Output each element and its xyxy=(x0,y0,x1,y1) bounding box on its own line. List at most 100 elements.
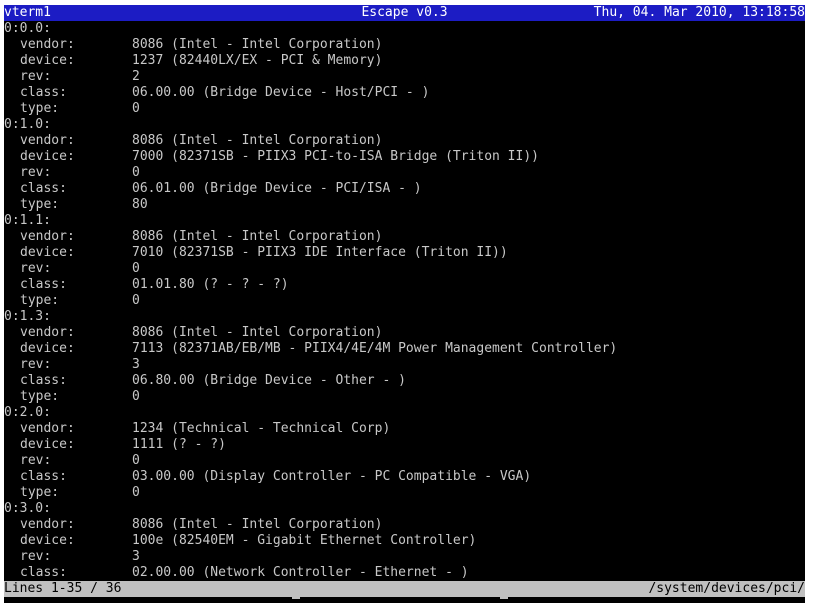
property-value: 7010 (82371SB - PIIX3 IDE Interface (Tri… xyxy=(132,245,508,260)
property-line: class: 06.00.00 (Bridge Device - Host/PCI… xyxy=(4,85,805,101)
property-line: class: 02.00.00 (Network Controller - Eth… xyxy=(4,565,805,581)
date-time: Thu, 04. Mar 2010, 13:18:58 xyxy=(593,5,805,20)
property-value: 0 xyxy=(132,389,140,404)
device-address: 0:3.0: xyxy=(4,501,51,516)
property-line: class: 03.00.00 (Display Controller - PC … xyxy=(4,469,805,485)
property-value: 80 xyxy=(132,197,148,212)
property-line: vendor: 1234 (Technical - Technical Corp) xyxy=(4,421,805,437)
property-line: rev: 0 xyxy=(4,453,805,469)
property-value: 1237 (82440LX/EX - PCI & Memory) xyxy=(132,53,383,68)
property-line: device: 100e (82540EM - Gigabit Ethernet … xyxy=(4,533,805,549)
scroll-tick xyxy=(292,597,300,599)
property-key: rev: xyxy=(20,261,52,276)
property-line: type: 0 xyxy=(4,293,805,309)
property-value: 8086 (Intel - Intel Corporation) xyxy=(132,517,383,532)
property-value: 06.80.00 (Bridge Device - Other - ) xyxy=(132,373,406,388)
property-key: type: xyxy=(20,101,60,116)
property-key: class: xyxy=(20,277,67,292)
property-line: type: 0 xyxy=(4,101,805,117)
property-key: vendor: xyxy=(20,517,75,532)
property-value: 2 xyxy=(132,69,140,84)
property-key: rev: xyxy=(20,549,52,564)
property-line: vendor: 8086 (Intel - Intel Corporation) xyxy=(4,37,805,53)
property-value: 8086 (Intel - Intel Corporation) xyxy=(132,325,383,340)
property-value: 0 xyxy=(132,101,140,116)
property-value: 3 xyxy=(132,357,140,372)
property-key: vendor: xyxy=(20,229,75,244)
property-value: 100e (82540EM - Gigabit Ethernet Control… xyxy=(132,533,477,548)
terminal-output[interactable]: 0:0.0: vendor: 8086 (Intel - Intel Corpora… xyxy=(4,21,805,581)
property-line: class: 01.01.80 (? - ? - ?) xyxy=(4,277,805,293)
property-value: 01.01.80 (? - ? - ?) xyxy=(132,277,289,292)
property-key: vendor: xyxy=(20,325,75,340)
property-line: type: 0 xyxy=(4,389,805,405)
line-count: Lines 1-35 / 36 xyxy=(4,581,122,596)
property-value: 03.00.00 (Display Controller - PC Compat… xyxy=(132,469,532,484)
property-value: 8086 (Intel - Intel Corporation) xyxy=(132,229,383,244)
property-key: class: xyxy=(20,373,67,388)
property-value: 0 xyxy=(132,261,140,276)
device-address-line: 0:0.0: xyxy=(4,21,805,37)
property-value: 06.00.00 (Bridge Device - Host/PCI - ) xyxy=(132,85,430,100)
property-line: device: 7113 (82371AB/EB/MB - PIIX4/4E/4M… xyxy=(4,341,805,357)
property-value: 06.01.00 (Bridge Device - PCI/ISA - ) xyxy=(132,181,422,196)
property-key: device: xyxy=(20,149,75,164)
device-address-line: 0:2.0: xyxy=(4,405,805,421)
property-key: device: xyxy=(20,533,75,548)
device-address-line: 0:1.0: xyxy=(4,117,805,133)
property-line: device: 1237 (82440LX/EX - PCI & Memory) xyxy=(4,53,805,69)
device-address-line: 0:3.0: xyxy=(4,501,805,517)
property-key: vendor: xyxy=(20,421,75,436)
property-line: rev: 3 xyxy=(4,357,805,373)
property-line: class: 06.80.00 (Bridge Device - Other - … xyxy=(4,373,805,389)
property-key: vendor: xyxy=(20,133,75,148)
property-line: rev: 3 xyxy=(4,549,805,565)
property-key: class: xyxy=(20,565,67,580)
property-value: 7113 (82371AB/EB/MB - PIIX4/4E/4M Power … xyxy=(132,341,618,356)
device-address: 0:1.1: xyxy=(4,213,51,228)
property-line: type: 0 xyxy=(4,485,805,501)
property-value: 0 xyxy=(132,293,140,308)
property-line: device: 1111 (? - ?) xyxy=(4,437,805,453)
property-value: 1234 (Technical - Technical Corp) xyxy=(132,421,391,436)
property-line: class: 06.01.00 (Bridge Device - PCI/ISA … xyxy=(4,181,805,197)
property-line: vendor: 8086 (Intel - Intel Corporation) xyxy=(4,517,805,533)
property-value: 0 xyxy=(132,165,140,180)
property-value: 3 xyxy=(132,549,140,564)
property-key: device: xyxy=(20,53,75,68)
property-value: 8086 (Intel - Intel Corporation) xyxy=(132,133,383,148)
device-address-line: 0:1.1: xyxy=(4,213,805,229)
device-address: 0:1.3: xyxy=(4,309,51,324)
property-line: rev: 0 xyxy=(4,261,805,277)
property-line: device: 7000 (82371SB - PIIX3 PCI-to-ISA … xyxy=(4,149,805,165)
property-line: rev: 0 xyxy=(4,165,805,181)
property-value: 7000 (82371SB - PIIX3 PCI-to-ISA Bridge … xyxy=(132,149,539,164)
property-key: type: xyxy=(20,293,60,308)
property-key: rev: xyxy=(20,69,52,84)
device-address: 0:0.0: xyxy=(4,21,51,36)
bottom-strip xyxy=(4,597,805,603)
device-address: 0:2.0: xyxy=(4,405,51,420)
property-line: vendor: 8086 (Intel - Intel Corporation) xyxy=(4,229,805,245)
property-key: rev: xyxy=(20,357,52,372)
terminal-window: Escape v0.3 vterm1 Thu, 04. Mar 2010, 13… xyxy=(4,5,805,603)
current-path: /system/devices/pci/ xyxy=(648,581,805,596)
property-value: 0 xyxy=(132,453,140,468)
property-key: vendor: xyxy=(20,37,75,52)
property-key: rev: xyxy=(20,165,52,180)
property-line: type: 80 xyxy=(4,197,805,213)
device-address: 0:1.0: xyxy=(4,117,51,132)
property-key: device: xyxy=(20,245,75,260)
property-key: type: xyxy=(20,389,60,404)
property-key: device: xyxy=(20,341,75,356)
scroll-tick xyxy=(500,597,508,599)
property-key: type: xyxy=(20,197,60,212)
property-value: 02.00.00 (Network Controller - Ethernet … xyxy=(132,565,469,580)
property-key: rev: xyxy=(20,453,52,468)
property-value: 1111 (? - ?) xyxy=(132,437,226,452)
property-value: 0 xyxy=(132,485,140,500)
property-key: class: xyxy=(20,181,67,196)
property-line: rev: 2 xyxy=(4,69,805,85)
property-line: device: 7010 (82371SB - PIIX3 IDE Interfa… xyxy=(4,245,805,261)
property-key: class: xyxy=(20,469,67,484)
